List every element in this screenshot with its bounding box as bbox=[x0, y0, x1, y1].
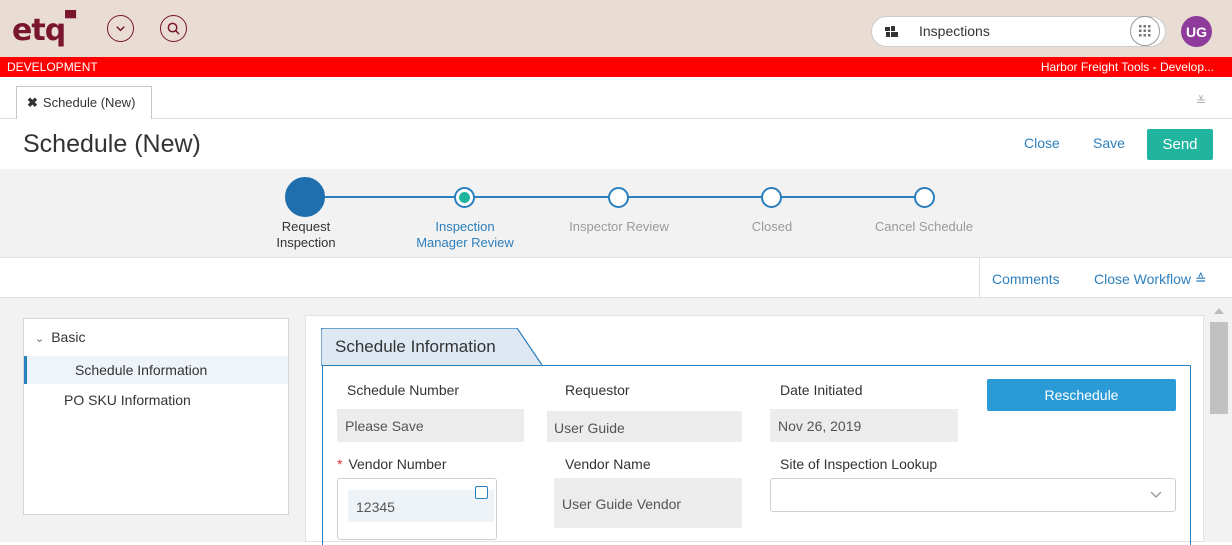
tab-schedule-new[interactable]: ✖ Schedule (New) bbox=[16, 86, 152, 119]
workflow-progress: Request Inspection Inspection Manager Revi… bbox=[0, 169, 1232, 257]
vendor-name-label: Vendor Name bbox=[565, 456, 651, 472]
chevron-down-icon bbox=[1150, 491, 1162, 498]
section-navigation: ⌄ Basic Schedule Information PO SKU Infor… bbox=[23, 318, 289, 515]
workflow-step-pending bbox=[761, 187, 782, 208]
date-initiated-value: Nov 26, 2019 bbox=[770, 409, 958, 442]
page-title: Schedule (New) bbox=[23, 130, 201, 158]
chevron-down-icon: ⌄ bbox=[35, 333, 45, 345]
lookup-icon[interactable] bbox=[475, 486, 488, 499]
vertical-scrollbar[interactable] bbox=[1208, 302, 1232, 542]
reschedule-button[interactable]: Reschedule bbox=[987, 379, 1176, 411]
workflow-label-closed: Closed bbox=[751, 219, 793, 234]
environment-banner: DEVELOPMENT Harbor Freight Tools - Devel… bbox=[0, 57, 1232, 77]
vendor-name-value: User Guide Vendor bbox=[554, 478, 742, 528]
close-button[interactable]: Close bbox=[1024, 135, 1060, 151]
workflow-label-manager-review: Inspection Manager Review bbox=[416, 219, 514, 250]
module-search-value: Inspections bbox=[919, 23, 990, 39]
user-avatar[interactable]: UG bbox=[1181, 16, 1212, 47]
top-bar: etq▀ Inspections UG bbox=[0, 0, 1232, 57]
workflow-label-request-inspection: Request Inspection bbox=[276, 219, 336, 250]
scroll-up-icon[interactable] bbox=[1214, 308, 1224, 314]
requestor-label: Requestor bbox=[565, 382, 630, 398]
vendor-number-field[interactable]: 12345 bbox=[337, 478, 497, 540]
vendor-number-input[interactable]: 12345 bbox=[348, 490, 494, 522]
close-workflow-link[interactable]: Close Workflow ≙ bbox=[1094, 271, 1207, 288]
workflow-step-pending bbox=[914, 187, 935, 208]
save-button[interactable]: Save bbox=[1093, 135, 1125, 151]
requestor-value: User Guide bbox=[547, 411, 742, 442]
tenant-label: Harbor Freight Tools - Develop... bbox=[1040, 60, 1214, 74]
search-icon[interactable] bbox=[160, 15, 187, 42]
nav-item-po-sku-information[interactable]: PO SKU Information bbox=[24, 386, 288, 414]
workflow-step-pending bbox=[608, 187, 629, 208]
etq-logo[interactable]: etq▀ bbox=[12, 8, 76, 48]
workflow-toolbar: Comments Close Workflow ≙ bbox=[0, 257, 1232, 298]
date-initiated-label: Date Initiated bbox=[780, 382, 863, 398]
workflow-step-completed bbox=[285, 177, 325, 217]
content-area: ⌄ Basic Schedule Information PO SKU Infor… bbox=[0, 298, 1232, 545]
environment-label: DEVELOPMENT bbox=[7, 60, 98, 74]
tab-label: Schedule (New) bbox=[42, 95, 136, 110]
inspections-module-icon bbox=[885, 26, 898, 37]
comments-link[interactable]: Comments bbox=[992, 271, 1060, 287]
send-button[interactable]: Send bbox=[1147, 129, 1213, 160]
workflow-label-cancel-schedule: Cancel Schedule bbox=[874, 219, 974, 234]
close-tab-icon[interactable]: ✖ bbox=[27, 95, 38, 110]
nav-item-schedule-information[interactable]: Schedule Information bbox=[24, 356, 288, 384]
workflow-step-current bbox=[454, 187, 475, 208]
schedule-number-label: Schedule Number bbox=[347, 382, 460, 398]
workflow-label-inspector-review: Inspector Review bbox=[569, 219, 669, 234]
vendor-number-label: * Vendor Number bbox=[337, 456, 447, 472]
collapse-up-icon: ≙ bbox=[1194, 271, 1207, 287]
chevron-down-icon[interactable] bbox=[107, 15, 134, 42]
site-lookup-label: Site of Inspection Lookup bbox=[780, 456, 938, 472]
scroll-thumb[interactable] bbox=[1210, 322, 1228, 414]
apps-grid-icon[interactable] bbox=[1130, 16, 1160, 46]
document-tabs: ✖ Schedule (New) ≚ bbox=[0, 77, 1232, 119]
module-search-input[interactable]: Inspections bbox=[871, 16, 1166, 47]
required-indicator: * bbox=[337, 456, 343, 472]
double-chevron-down-icon[interactable]: ≚ bbox=[1196, 94, 1206, 108]
nav-group-basic[interactable]: ⌄ Basic bbox=[35, 329, 85, 345]
site-of-inspection-select[interactable] bbox=[770, 478, 1176, 512]
form-section: Schedule Information Schedule Number Ple… bbox=[305, 315, 1204, 545]
schedule-number-value: Please Save bbox=[337, 409, 524, 442]
section-tab-schedule-information[interactable]: Schedule Information bbox=[321, 328, 543, 366]
page-header: Schedule (New) Close Save Send bbox=[0, 119, 1232, 169]
